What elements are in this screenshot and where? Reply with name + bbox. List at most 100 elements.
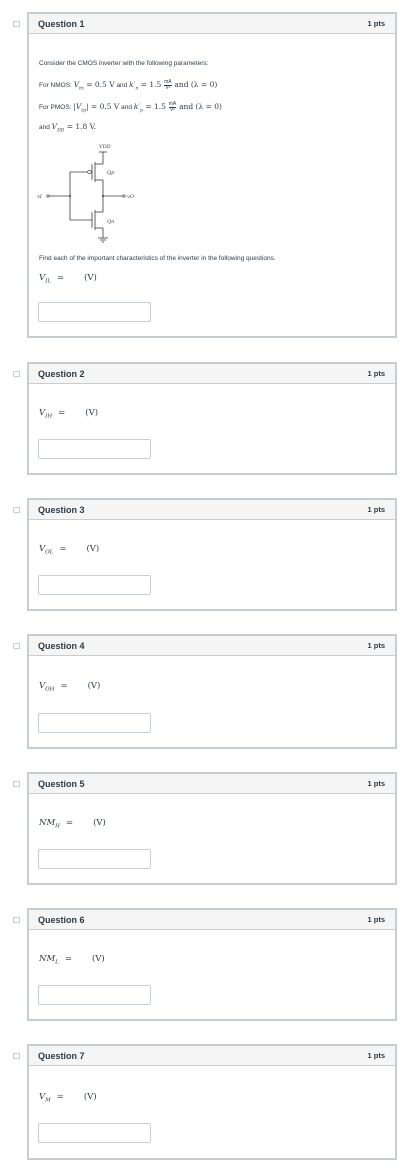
- question-6-title: Question 6: [38, 914, 85, 925]
- question-6-points: 1 pts: [367, 915, 385, 924]
- question-7-prompt: VM = (V): [39, 1092, 97, 1104]
- question-4-answer-input[interactable]: [38, 713, 151, 733]
- vdd-node-label: VDD: [99, 144, 111, 150]
- nmos-kn-value: = 1.5: [140, 80, 162, 90]
- vdd-and: and: [39, 124, 50, 131]
- question-3-prompt: VOL = (V): [39, 544, 99, 556]
- pmos-frac-den: V²: [170, 107, 175, 113]
- question-4-card: Question 4 1 pts VOH = (V): [27, 634, 397, 749]
- nmos-kn-unit: mA V²: [164, 80, 172, 91]
- vo-label: vO: [127, 194, 134, 200]
- question-3-unit: (V): [86, 544, 100, 554]
- question-5-title: Question 5: [38, 778, 85, 789]
- question-5-answer-input[interactable]: [38, 849, 151, 869]
- vdd-value-text: = 1.8 V.: [66, 122, 97, 131]
- question-6-equals: =: [64, 954, 72, 964]
- cmos-inverter-schematic: VDD Qp Qn vI vO: [37, 144, 134, 243]
- question-1-symbol-sub: IL: [45, 278, 51, 285]
- question-7-symbol: VM: [39, 1092, 51, 1104]
- pmos-kp: k′p = 1.5: [133, 102, 166, 114]
- nmos-and: and: [116, 82, 128, 90]
- vdd-parameter: and VDD = 1.8 V.: [39, 122, 96, 134]
- question-6-symbol: NML: [39, 954, 59, 966]
- question-1-card: Question 1 1 pts Consider the CMOS inver…: [27, 12, 397, 338]
- question-1-equals: =: [56, 273, 65, 283]
- question-2-symbol-sub: IH: [45, 413, 53, 420]
- question-3-answer-input[interactable]: [38, 575, 151, 595]
- question-1-prompt: VIL = (V): [39, 273, 97, 285]
- question-2-card: Question 2 1 pts VIH = (V): [27, 362, 397, 475]
- question-6-symbol-main: NM: [39, 954, 56, 964]
- question-2-equals: =: [58, 408, 66, 418]
- question-7-symbol-sub: M: [45, 1097, 51, 1104]
- question-7-title: Question 7: [38, 1050, 85, 1061]
- question-1-points: 1 pts: [367, 19, 385, 28]
- question-1-answer-input[interactable]: [38, 302, 151, 322]
- question-1-unit: (V): [84, 273, 97, 283]
- question-5-symbol: NMH: [39, 818, 60, 830]
- flag-question-5-icon[interactable]: [13, 781, 20, 787]
- question-6-unit: (V): [91, 954, 105, 964]
- nmos-label: For NMOS:: [39, 82, 72, 90]
- question-3-card: Question 3 1 pts VOL = (V): [27, 498, 397, 611]
- pmos-kp-value: = 1.5: [145, 102, 166, 112]
- flag-question-4-icon[interactable]: [13, 643, 20, 649]
- nmos-frac-den: V²: [165, 85, 171, 91]
- question-3-header: Question 3 1 pts: [29, 500, 395, 520]
- question-2-symbol: VIH: [39, 408, 52, 420]
- question-1-symbol: VIL: [39, 273, 51, 285]
- pmos-label: For PMOS:: [39, 104, 72, 112]
- question-2-unit: (V): [85, 408, 99, 418]
- nmos-parameters: For NMOS: Vtn = 0.5 V and k′n = 1.5 mA V²…: [39, 80, 217, 92]
- question-5-header: Question 5 1 pts: [29, 774, 395, 794]
- question-4-unit: (V): [87, 681, 101, 691]
- question-1-instruction: Find each of the important characteristi…: [39, 255, 276, 262]
- question-3-equals: =: [59, 544, 67, 554]
- question-5-symbol-main: NM: [39, 818, 56, 828]
- question-7-equals: =: [56, 1092, 64, 1102]
- question-1-intro: Consider the CMOS inverter with the foll…: [39, 60, 209, 67]
- question-3-points: 1 pts: [367, 505, 385, 514]
- qn-label: Qn: [107, 219, 114, 225]
- flag-question-1-icon[interactable]: [13, 21, 20, 27]
- question-4-symbol: VOH: [39, 681, 54, 693]
- nmos-vt-value: = 0.5 V: [86, 80, 115, 90]
- question-3-symbol: VOL: [39, 544, 53, 556]
- vdd-value: VDD = 1.8 V.: [51, 122, 97, 134]
- question-7-unit: (V): [83, 1092, 97, 1102]
- question-5-unit: (V): [93, 818, 106, 828]
- vi-label: vI: [37, 194, 43, 200]
- question-3-title: Question 3: [38, 504, 85, 515]
- question-4-header: Question 4 1 pts: [29, 636, 395, 656]
- question-5-symbol-sub: H: [55, 823, 60, 830]
- nmos-kn: k′n = 1.5: [129, 80, 162, 92]
- nmos-lambda: and (λ = 0): [174, 80, 218, 90]
- flag-question-3-icon[interactable]: [13, 507, 20, 513]
- question-4-points: 1 pts: [367, 641, 385, 650]
- pmos-vt-value: = 0.5 V: [90, 102, 120, 112]
- question-4-symbol-sub: OH: [45, 686, 55, 693]
- qp-label: Qp: [107, 170, 115, 176]
- question-6-prompt: NML = (V): [39, 954, 105, 966]
- question-2-title: Question 2: [38, 368, 85, 379]
- question-2-prompt: VIH = (V): [39, 408, 98, 420]
- question-7-header: Question 7 1 pts: [29, 1046, 395, 1066]
- question-7-answer-input[interactable]: [38, 1123, 151, 1143]
- question-3-symbol-sub: OL: [45, 549, 54, 556]
- flag-question-7-icon[interactable]: [13, 1053, 20, 1059]
- question-6-answer-input[interactable]: [38, 985, 151, 1005]
- question-5-equals: =: [65, 818, 74, 828]
- question-5-points: 1 pts: [367, 779, 385, 788]
- question-4-prompt: VOH = (V): [39, 681, 100, 693]
- question-7-card: Question 7 1 pts VM = (V): [27, 1044, 397, 1160]
- question-5-card: Question 5 1 pts NMH = (V): [27, 772, 397, 885]
- question-2-answer-input[interactable]: [38, 439, 151, 459]
- question-5-prompt: NMH = (V): [39, 818, 106, 830]
- question-2-points: 1 pts: [367, 369, 385, 378]
- pmos-vt: |Vtp| = 0.5 V: [73, 102, 120, 114]
- flag-question-6-icon[interactable]: [13, 917, 20, 923]
- pmos-parameters: For PMOS: |Vtp| = 0.5 V and k′p = 1.5 mA…: [39, 102, 222, 114]
- question-7-points: 1 pts: [367, 1051, 385, 1060]
- flag-question-2-icon[interactable]: [13, 371, 20, 377]
- question-4-equals: =: [60, 681, 68, 691]
